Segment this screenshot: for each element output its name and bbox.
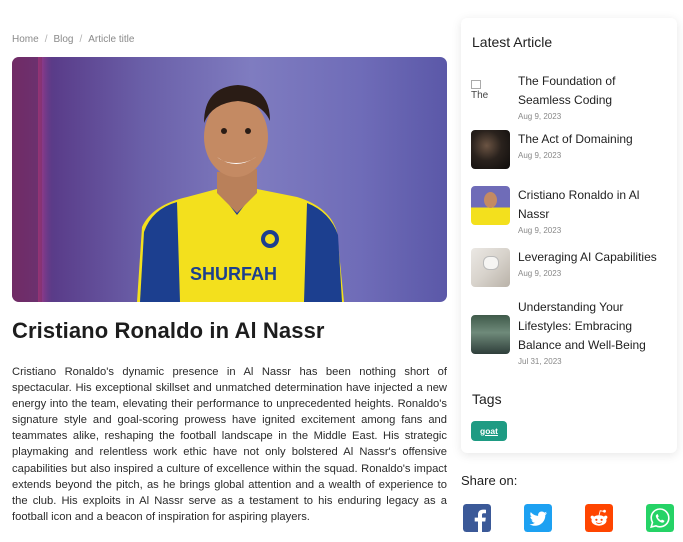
breadcrumb-separator: /	[79, 34, 83, 45]
breadcrumb-blog[interactable]: Blog	[53, 34, 73, 45]
twitter-icon[interactable]	[524, 504, 552, 532]
latest-article-title[interactable]: The Foundation of Seamless Coding	[518, 72, 671, 110]
latest-article-title[interactable]: Understanding Your Lifestyles: Embracing…	[518, 298, 671, 355]
latest-article-date: Aug 9, 2023	[518, 269, 562, 278]
latest-article-item[interactable]: Cristiano Ronaldo in Al Nassr Aug 9, 202…	[471, 186, 671, 235]
share-heading: Share on:	[461, 473, 518, 488]
latest-article-heading: Latest Article	[472, 34, 553, 50]
breadcrumb-home[interactable]: Home	[12, 34, 39, 45]
lake-thumbnail	[471, 315, 510, 354]
facebook-icon[interactable]	[463, 504, 491, 532]
player-thumbnail	[471, 186, 510, 225]
latest-article-date: Aug 9, 2023	[518, 112, 562, 121]
latest-article-item[interactable]: Understanding Your Lifestyles: Embracing…	[471, 298, 671, 366]
latest-article-title[interactable]: Leveraging AI Capabilities	[518, 248, 657, 267]
player-illustration: SHURFAH	[12, 57, 344, 302]
hero-sponsor-text: SHURFAH	[190, 264, 277, 284]
hero-image: SHURFAH	[12, 57, 447, 302]
latest-article-item[interactable]: The Act of Domaining Aug 9, 2023	[471, 130, 671, 169]
article-title: Cristiano Ronaldo in Al Nassr	[12, 318, 325, 343]
robot-thumbnail	[471, 248, 510, 287]
tag-goat[interactable]: goat	[471, 421, 507, 441]
tags-heading: Tags	[472, 391, 502, 407]
latest-article-item[interactable]: Leveraging AI Capabilities Aug 9, 2023	[471, 248, 671, 287]
latest-article-card: Latest Article The The Foundation of Sea…	[461, 18, 677, 453]
reddit-icon[interactable]	[585, 504, 613, 532]
breadcrumb-current: Article title	[88, 34, 135, 45]
thumbnail-alt-text: The	[471, 90, 489, 101]
breadcrumb-separator: /	[44, 34, 48, 45]
broken-image-icon: The	[471, 72, 510, 111]
latest-article-title[interactable]: Cristiano Ronaldo in Al Nassr	[518, 186, 671, 224]
whatsapp-icon[interactable]	[646, 504, 674, 532]
latest-article-item[interactable]: The The Foundation of Seamless Coding Au…	[471, 72, 671, 121]
dark-tech-thumbnail	[471, 130, 510, 169]
latest-article-date: Aug 9, 2023	[518, 151, 562, 160]
latest-article-title[interactable]: The Act of Domaining	[518, 130, 633, 149]
breadcrumb: Home / Blog / Article title	[12, 34, 134, 45]
article-body: Cristiano Ronaldo's dynamic presence in …	[12, 366, 447, 523]
latest-article-date: Jul 31, 2023	[518, 357, 562, 366]
latest-article-date: Aug 9, 2023	[518, 226, 562, 235]
